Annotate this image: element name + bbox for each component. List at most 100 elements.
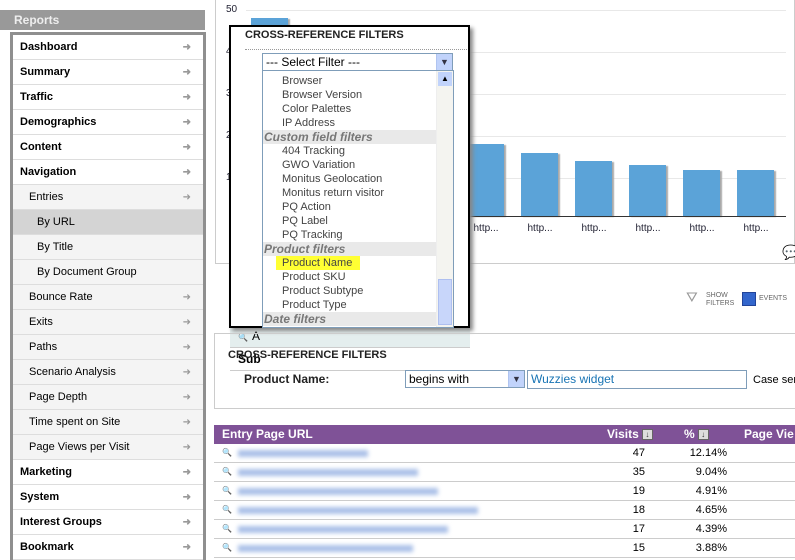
sidebar-item[interactable]: Time spent on Site ➜ [13, 410, 203, 435]
entry-url-link[interactable] [238, 545, 413, 552]
sidebar-item[interactable]: Content ➜ [13, 135, 203, 160]
x-tick-label: http... [581, 223, 607, 234]
filter-value-input[interactable]: Wuzzies widget [527, 370, 747, 389]
filter-icon: ⛛ [686, 289, 698, 305]
filter-option[interactable]: PQ Label [263, 214, 437, 228]
entry-url-link[interactable] [238, 526, 448, 533]
filter-option[interactable]: PQ Tracking [263, 228, 437, 242]
sidebar-item[interactable]: Navigation ➜ [13, 160, 203, 185]
chevron-right-icon: ➜ [182, 192, 191, 203]
bar[interactable] [683, 169, 720, 216]
filter-option[interactable]: Product Name [263, 256, 437, 270]
sidebar-item[interactable]: Demographics ➜ [13, 110, 203, 135]
product-name-label: Product Name: [244, 372, 330, 386]
filter-option[interactable]: Browser Version [263, 88, 437, 102]
col-page-views[interactable]: Page Vie [744, 425, 794, 444]
col-percent[interactable]: % ↓ [684, 425, 709, 444]
option-label: Monitus Geolocation [282, 173, 383, 185]
sidebar-item[interactable]: Summary ➜ [13, 60, 203, 85]
magnifier-icon[interactable]: 🔍 [222, 539, 232, 557]
sidebar-item[interactable]: By Title [13, 235, 203, 260]
operator-select[interactable]: begins with ▼ [405, 370, 525, 388]
option-label: Product Name [276, 256, 361, 270]
show-filters-label: SHOW FILTERS [706, 292, 735, 307]
magnifier-icon[interactable]: 🔍 [222, 463, 232, 481]
sidebar-item-label: Navigation [20, 166, 77, 178]
comment-icon[interactable]: 💬 [782, 244, 795, 261]
sidebar-item[interactable]: System ➜ [13, 485, 203, 510]
sidebar-item-label: By URL [37, 216, 75, 228]
sidebar-item[interactable]: Traffic ➜ [13, 85, 203, 110]
filter-option[interactable]: Monitus Geolocation [263, 172, 437, 186]
sidebar-item[interactable]: Dashboard ➜ [13, 35, 203, 60]
sidebar-item-label: Content [20, 141, 62, 153]
option-label: Product SKU [282, 271, 346, 283]
sidebar-item[interactable]: Interest Groups ➜ [13, 510, 203, 535]
magnifier-icon[interactable]: 🔍 [222, 444, 232, 462]
sidebar-item[interactable]: By Document Group [13, 260, 203, 285]
sidebar-item[interactable]: Paths ➜ [13, 335, 203, 360]
filter-option[interactable]: Color Palettes [263, 102, 437, 116]
sort-desc-icon[interactable]: ↓ [697, 429, 709, 441]
show-filters-button[interactable]: ⛛ SHOW FILTERS [686, 290, 736, 308]
bar[interactable] [575, 161, 612, 216]
sidebar-item[interactable]: Scenario Analysis ➜ [13, 360, 203, 385]
sidebar-item-label: System [20, 491, 60, 503]
filter-option[interactable]: Product Type [263, 298, 437, 312]
sidebar-item[interactable]: Page Views per Visit ➜ [13, 435, 203, 460]
filters-title: CROSS-REFERENCE FILTERS [228, 349, 387, 361]
filter-option[interactable]: IP Address [263, 116, 437, 130]
bar[interactable] [521, 152, 558, 216]
filter-select[interactable]: --- Select Filter --- ▼ [262, 53, 453, 71]
sidebar-item[interactable]: Page Depth ➜ [13, 385, 203, 410]
filter-option[interactable]: Browser [263, 74, 437, 88]
chevron-down-icon[interactable]: ▼ [508, 371, 524, 387]
scroll-up-icon[interactable]: ▲ [438, 72, 452, 86]
sidebar-item[interactable]: Bookmark ➜ [13, 535, 203, 560]
entry-url-link[interactable] [238, 507, 478, 514]
bar[interactable] [467, 144, 504, 216]
sidebar-item[interactable]: Marketing ➜ [13, 460, 203, 485]
bar[interactable] [629, 165, 666, 216]
scrollbar[interactable]: ▲ [436, 71, 453, 327]
sidebar-item[interactable]: By URL [13, 210, 203, 235]
entry-url-link[interactable] [238, 450, 368, 457]
filter-option[interactable]: Product Subtype [263, 284, 437, 298]
magnifier-icon[interactable]: 🔍 [222, 501, 232, 519]
filter-option[interactable]: PQ Action [263, 200, 437, 214]
sort-desc-icon[interactable]: ↓ [641, 429, 653, 441]
magnifier-icon[interactable]: 🔍 [222, 520, 232, 538]
chevron-right-icon: ➜ [182, 117, 191, 128]
table-row: 🔍 18 4.65% [214, 501, 795, 520]
y-tick-label: 50 [226, 4, 238, 15]
sidebar-item-label: Summary [20, 66, 71, 78]
sidebar-item-label: Time spent on Site [29, 416, 121, 428]
sidebar-item[interactable]: Bounce Rate ➜ [13, 285, 203, 310]
sidebar-item-label: Paths [29, 341, 58, 353]
filter-option[interactable]: 404 Tracking [263, 144, 437, 158]
sidebar-item-label: Bookmark [20, 541, 74, 553]
filter-option[interactable]: Product SKU [263, 270, 437, 284]
filter-value-text: Wuzzies widget [531, 372, 615, 386]
entry-url-link[interactable] [238, 488, 438, 495]
chevron-right-icon: ➜ [182, 542, 191, 553]
col-entry-page-url[interactable]: Entry Page URL [222, 425, 313, 444]
magnifier-icon[interactable]: 🔍 [222, 482, 232, 500]
col-visits[interactable]: Visits ↓ [607, 425, 653, 444]
option-label: IP Address [282, 117, 335, 129]
sidebar-item-label: Exits [29, 316, 53, 328]
sidebar-item[interactable]: Exits ➜ [13, 310, 203, 335]
events-button[interactable]: EVENTS [742, 292, 792, 306]
entry-url-link[interactable] [238, 469, 418, 476]
filter-option[interactable]: Monitus return visitor [263, 186, 437, 200]
sidebar-item[interactable]: Entries ➜ [13, 185, 203, 210]
table-header: Entry Page URL Visits ↓ % ↓ Page Vie [214, 425, 795, 444]
percent-value: 4.65% [695, 504, 727, 516]
chevron-down-icon[interactable]: ▼ [436, 54, 452, 70]
scrollbar-thumb[interactable] [438, 279, 452, 325]
bar[interactable] [737, 169, 774, 216]
filter-options-list: Browser Browser Version Color Palettes IP A… [262, 70, 454, 328]
chevron-right-icon: ➜ [182, 392, 191, 403]
filter-option[interactable]: GWO Variation [263, 158, 437, 172]
option-label: Monitus return visitor [282, 187, 385, 199]
